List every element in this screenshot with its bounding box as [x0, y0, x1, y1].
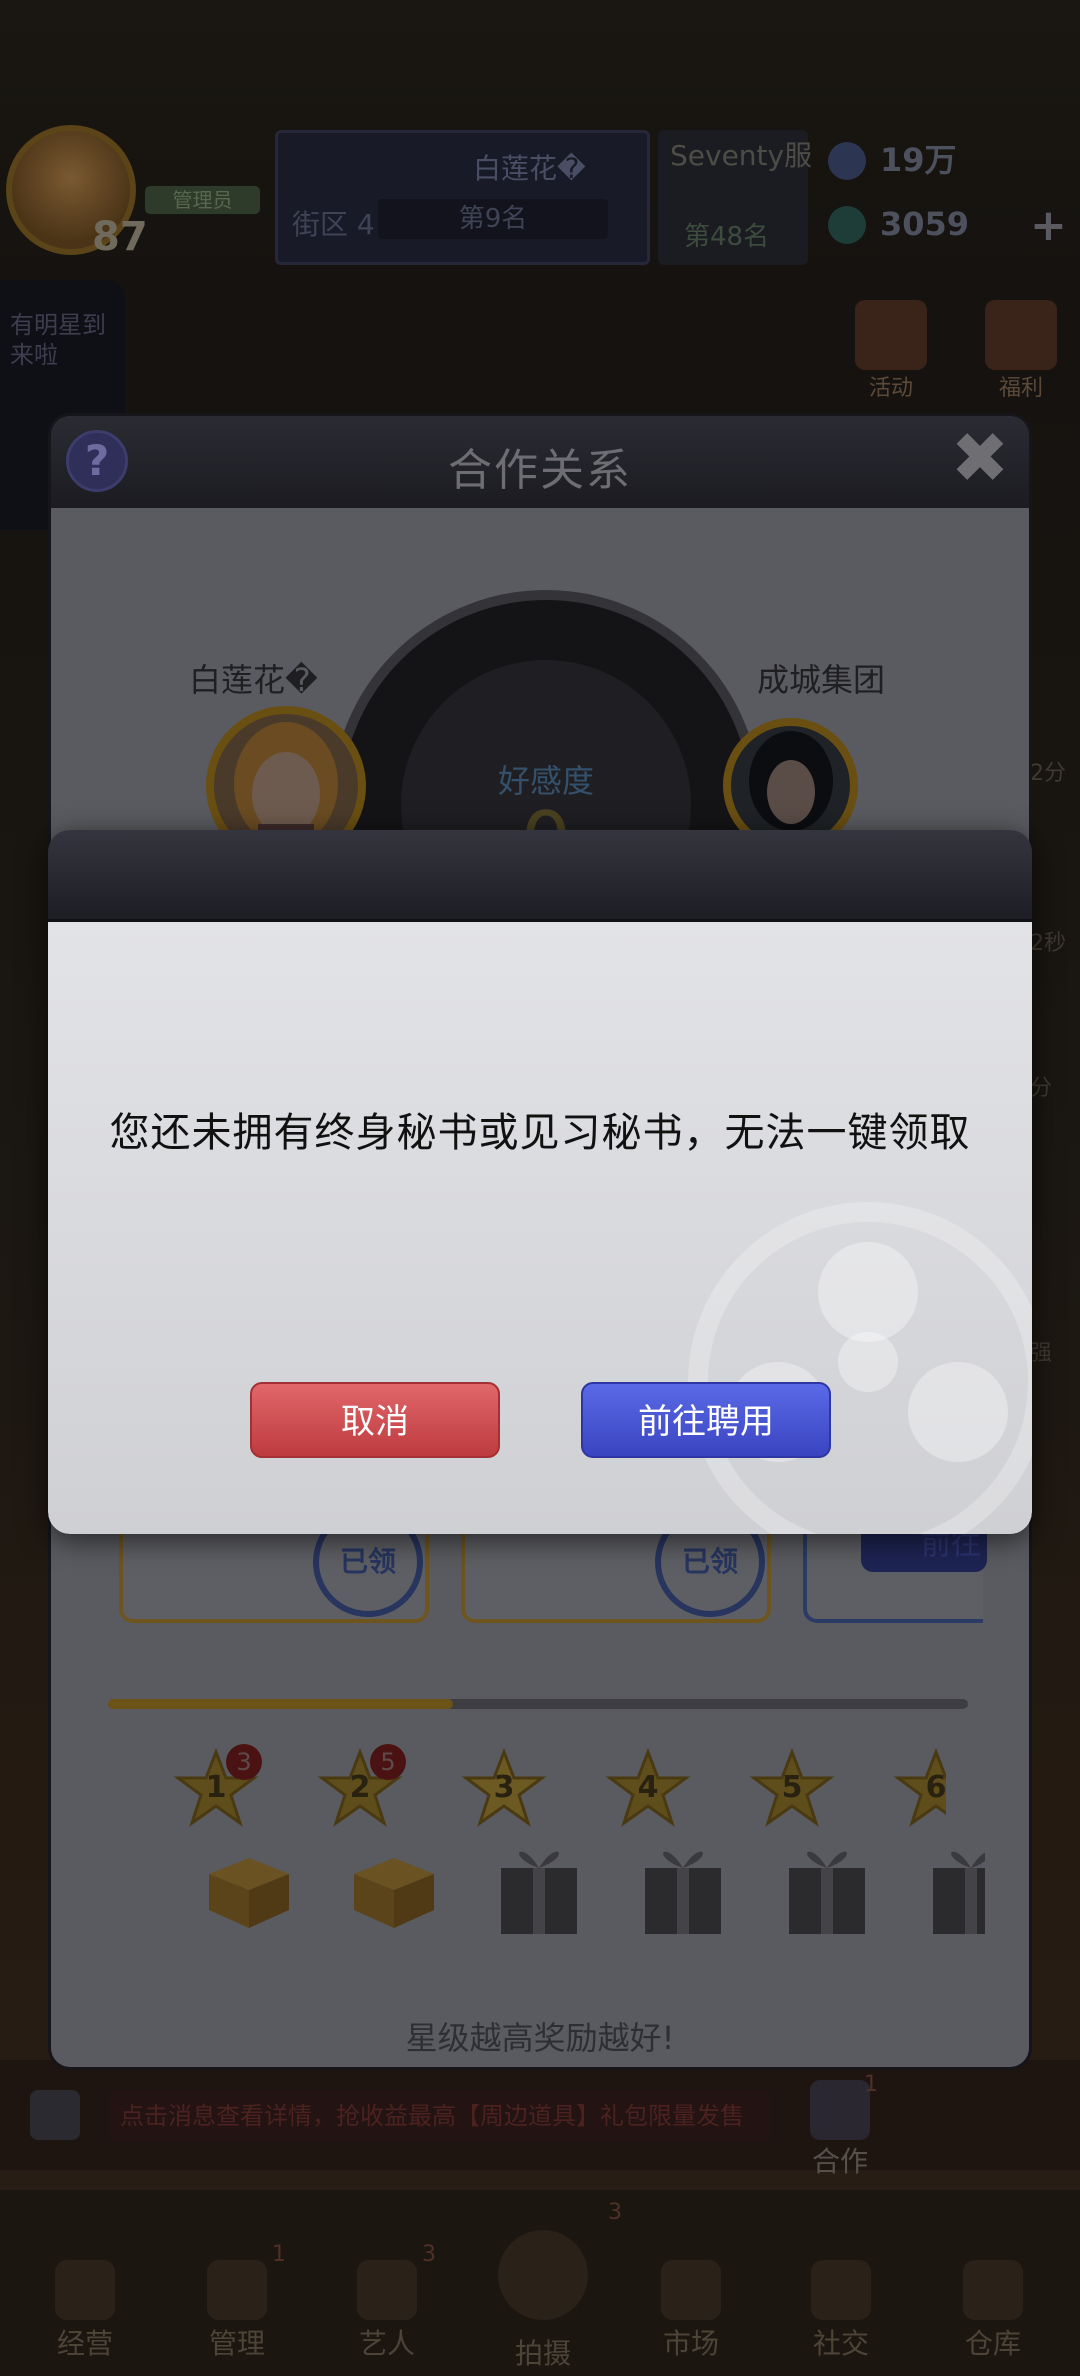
cancel-button[interactable]: 取消 — [250, 1382, 500, 1458]
star-level-2[interactable]: 25 — [317, 1744, 406, 1830]
tab-artists[interactable]: 3 艺人 — [312, 2190, 462, 2376]
gift-box-5[interactable] — [779, 1838, 875, 1934]
top-icons: 活动 福利 — [855, 300, 1080, 401]
server-rank: 第48名 — [684, 222, 770, 252]
star-number: 4 — [637, 1770, 659, 1805]
manage-icon — [207, 2260, 267, 2320]
star-badge: 3 — [226, 1744, 262, 1780]
artist-icon — [357, 2260, 417, 2320]
gems-value: 3059 — [880, 205, 970, 243]
side-timer-3: 分 — [1030, 1076, 1053, 1101]
server-name: Seventy服 — [670, 139, 813, 172]
star-level-4[interactable]: 4 — [605, 1746, 691, 1830]
coop-label: 合作 — [811, 2145, 868, 2178]
news-text: 点击消息查看详情，抢收益最高【周边道具】礼包限量发售 — [110, 2090, 770, 2142]
tab-business-label: 经营 — [56, 2327, 113, 2360]
tab-social-label: 社交 — [812, 2327, 869, 2360]
bottom-tab-bar: 经营 1 管理 3 艺人 3 拍摄 市场 社交 仓库 — [0, 2190, 1080, 2376]
tab-warehouse[interactable]: 仓库 — [918, 2190, 1068, 2376]
currency-panel: 19万 3059 + — [820, 130, 1070, 265]
confirm-dialog: 您还未拥有终身秘书或见习秘书，无法一键领取 取消 前往聘用 — [48, 830, 1032, 1534]
tab-artists-badge: 3 — [422, 2242, 436, 2267]
welfare-icon[interactable] — [985, 300, 1057, 370]
star-badge: 5 — [370, 1744, 406, 1780]
tab-market[interactable]: 市场 — [616, 2190, 766, 2376]
star-level-6[interactable]: 6 — [894, 1746, 946, 1830]
coop-badge: 1 — [864, 2072, 878, 2097]
star-number: 5 — [781, 1770, 803, 1805]
side-timer-2: 2秒 — [1030, 931, 1066, 956]
tab-social[interactable]: 社交 — [766, 2190, 916, 2376]
film-reel-icon — [498, 2230, 588, 2320]
star-progress-fill — [108, 1699, 453, 1709]
go-hire-button[interactable]: 前往聘用 — [581, 1382, 831, 1458]
tab-shoot[interactable]: 3 拍摄 — [468, 2190, 622, 2376]
gift-box-4[interactable] — [635, 1838, 731, 1934]
tab-business[interactable]: 经营 — [10, 2190, 160, 2376]
tab-market-label: 市场 — [662, 2327, 719, 2360]
coins-row: 19万 — [820, 130, 1070, 190]
tab-shoot-label: 拍摄 — [514, 2337, 571, 2370]
star-level-1[interactable]: 13 — [173, 1744, 262, 1830]
star-level-3[interactable]: 3 — [461, 1746, 547, 1830]
open-box-1[interactable] — [201, 1838, 297, 1934]
side-timer-4: 强 — [1030, 1341, 1053, 1366]
tab-artists-label: 艺人 — [358, 2327, 415, 2360]
side-timer-1: 2分 — [1030, 761, 1066, 786]
gift-box-3[interactable] — [491, 1838, 587, 1934]
gem-icon — [828, 206, 866, 244]
activity-icon[interactable] — [855, 300, 927, 370]
warehouse-icon — [963, 2260, 1023, 2320]
activity-label: 活动 — [868, 376, 913, 401]
popcorn-icon — [55, 2260, 115, 2320]
confirm-message: 您还未拥有终身秘书或见习秘书，无法一键领取 — [109, 1110, 971, 1156]
right-party-name: 成城集团 — [757, 661, 886, 699]
gift-box-6[interactable] — [923, 1838, 985, 1934]
close-button[interactable]: ✖ — [945, 423, 1015, 496]
film-reel-watermark — [688, 1202, 1032, 1534]
news-banner[interactable]: 点击消息查看详情，抢收益最高【周边道具】礼包限量发售 — [0, 2060, 1080, 2170]
vip-tag: 管理员 — [145, 186, 260, 214]
coffee-icon — [811, 2260, 871, 2320]
star-level-5[interactable]: 5 — [749, 1746, 835, 1830]
star-number: 6 — [925, 1770, 946, 1805]
star-event-text: 有明星到 来啦 — [10, 311, 106, 369]
left-party-name: 白莲花� — [189, 661, 318, 699]
star-number: 3 — [493, 1770, 515, 1805]
side-right-timers: 2分 2秒 分 强 — [1030, 420, 1080, 1520]
tab-manage[interactable]: 1 管理 — [162, 2190, 312, 2376]
welfare-label: 福利 — [998, 376, 1043, 401]
coop-icon — [810, 2080, 870, 2140]
player-name-top: 白莲花� — [473, 152, 586, 185]
confirm-dialog-body: 您还未拥有终身秘书或见习秘书，无法一键领取 取消 前往聘用 — [48, 922, 1032, 1534]
add-currency-button[interactable]: + — [1030, 200, 1067, 251]
coop-footer-text: 星级越高奖励越好! — [405, 2019, 675, 2057]
confirm-dialog-header — [48, 830, 1032, 922]
market-icon — [661, 2260, 721, 2320]
megaphone-icon — [30, 2090, 80, 2140]
coin-icon — [828, 142, 866, 180]
server-panel[interactable]: Seventy服 第48名 — [658, 130, 812, 265]
coins-value: 19万 — [880, 141, 957, 179]
tab-manage-badge: 1 — [272, 2242, 286, 2267]
tab-warehouse-label: 仓库 — [964, 2327, 1021, 2360]
open-box-2[interactable] — [346, 1838, 442, 1934]
player-level: 87 — [92, 214, 148, 260]
server-rank-panel[interactable]: 白莲花� 街区 4 档 第9名 — [275, 130, 650, 265]
coop-dialog-title: 合作关系 — [448, 445, 632, 496]
coop-entry[interactable]: 1 合作 — [780, 2072, 900, 2190]
zone-rank: 第9名 — [378, 199, 608, 239]
coop-dialog-header: ? 合作关系 ✖ — [51, 416, 1029, 508]
tab-manage-label: 管理 — [208, 2327, 265, 2360]
